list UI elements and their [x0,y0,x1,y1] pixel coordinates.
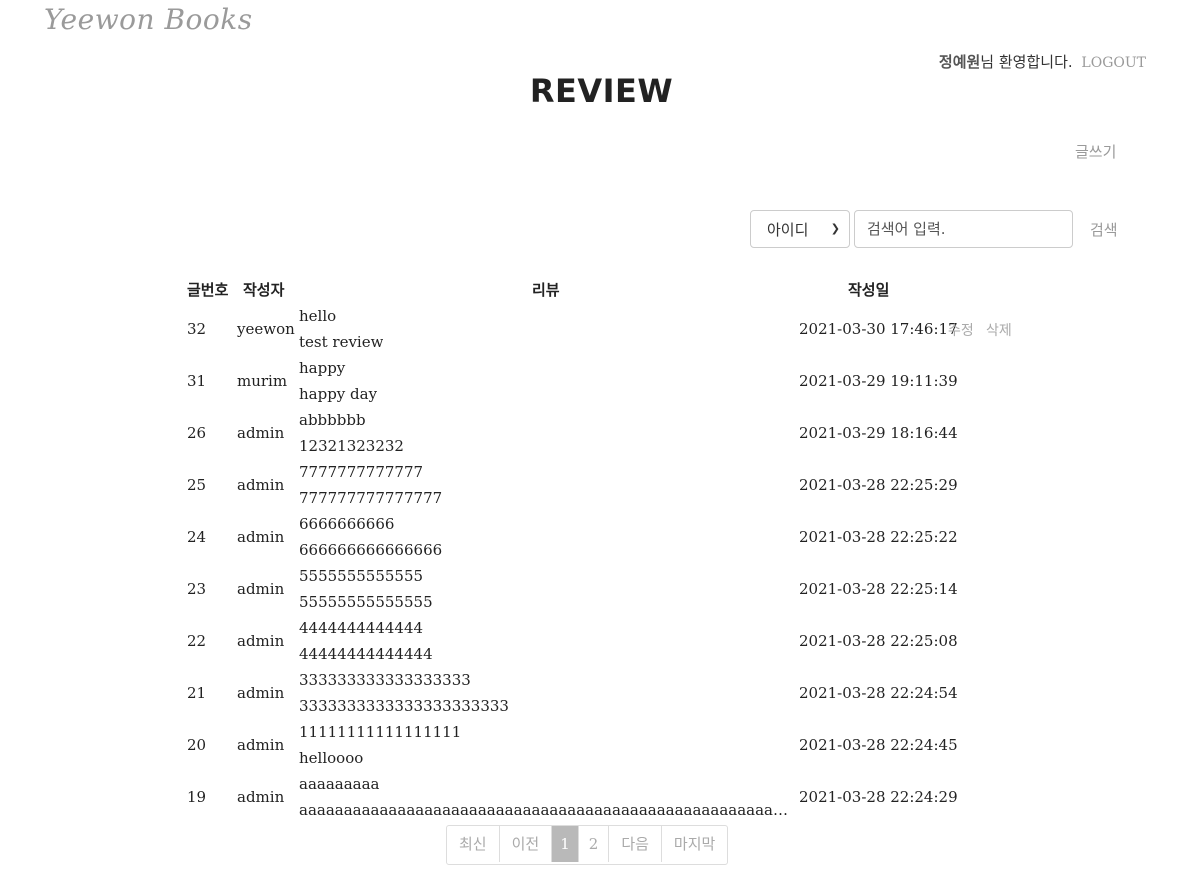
table-row[interactable]: 26 admin abbbbbb 12321323232 2021-03-29 18:1… [0,408,1203,460]
header-review: 리뷰 [532,281,560,299]
row-review-content[interactable]: aaaaaaaaaaaaaaaaaaaaaaaaaaaaaaaaaaaaaaaa… [299,801,796,819]
row-review-title[interactable]: 5555555555555 [299,567,423,585]
row-writer: yeewon [237,320,295,338]
row-writer: murim [237,372,288,390]
row-review-title[interactable]: abbbbbb [299,411,366,429]
row-date: 2021-03-29 18:16:44 [799,424,958,442]
row-review-content[interactable]: 666666666666666 [299,541,442,559]
page-next-button[interactable]: 다음 [609,826,662,862]
search-input[interactable] [854,210,1073,248]
write-button[interactable]: 글쓰기 [1075,141,1116,162]
table-row[interactable]: 25 admin 7777777777777 777777777777777 2021-… [0,460,1203,512]
welcome-message: 정예원님 환영합니다. LOGOUT [939,51,1146,72]
edit-button[interactable]: 수정 [948,320,974,340]
row-review-title[interactable]: 333333333333333333 [299,671,471,689]
page-prev-button[interactable]: 이전 [500,826,553,862]
row-date: 2021-03-28 22:25:08 [799,632,958,650]
pagination: 최신 이전 1 2 다음 마지막 [446,825,729,865]
row-num: 25 [187,476,207,494]
site-logo[interactable]: Yeewon Books [44,3,253,36]
row-writer: admin [237,788,285,806]
page-2-button[interactable]: 2 [579,826,610,862]
row-date: 2021-03-28 22:25:22 [799,528,958,546]
row-review-content[interactable]: happy day [299,385,377,403]
row-review-content[interactable]: 55555555555555 [299,593,433,611]
row-review-title[interactable]: 7777777777777 [299,463,423,481]
page-title: REVIEW [529,72,674,110]
page-1-button[interactable]: 1 [552,826,579,862]
row-date: 2021-03-28 22:25:14 [799,580,958,598]
row-writer: admin [237,736,285,754]
row-writer: admin [237,424,285,442]
row-review-title[interactable]: 6666666666 [299,515,394,533]
row-num: 23 [187,580,207,598]
row-review-title[interactable]: aaaaaaaaa [299,775,380,793]
row-date: 2021-03-28 22:24:29 [799,788,958,806]
row-num: 31 [187,372,207,390]
row-date: 2021-03-29 19:11:39 [799,372,958,390]
row-review-title[interactable]: 4444444444444 [299,619,423,637]
table-row[interactable]: 24 admin 6666666666 666666666666666 2021-03-… [0,512,1203,564]
row-date: 2021-03-30 17:46:17 [799,320,958,338]
logout-link[interactable]: LOGOUT [1081,55,1146,71]
row-review-title[interactable]: 11111111111111111 [299,723,461,741]
row-review-content[interactable]: helloooo [299,749,363,767]
row-num: 21 [187,684,207,702]
chevron-down-icon: ❯ [830,222,840,235]
table-row[interactable]: 31 murim happy happy day 2021-03-29 19:11:39 [0,356,1203,408]
row-writer: admin [237,528,285,546]
row-review-title[interactable]: happy [299,359,345,377]
row-date: 2021-03-28 22:24:45 [799,736,958,754]
header-date: 작성일 [848,281,890,299]
table-row[interactable]: 23 admin 5555555555555 55555555555555 2021-0… [0,564,1203,616]
row-writer: admin [237,476,285,494]
row-writer: admin [237,684,285,702]
table-row[interactable]: 21 admin 333333333333333333 333333333333333… [0,668,1203,720]
user-name: 정예원 [938,53,981,71]
row-review-content[interactable]: 44444444444444 [299,645,433,663]
row-review-title[interactable]: hello [299,307,336,325]
row-date: 2021-03-28 22:24:54 [799,684,958,702]
row-num: 22 [187,632,207,650]
row-num: 26 [187,424,207,442]
row-writer: admin [237,632,285,650]
row-writer: admin [237,580,285,598]
table-row[interactable]: 32 yeewon hello test review 2021-03-30 17:46… [0,304,1203,356]
search-field-selected: 아이디 [767,220,809,239]
row-date: 2021-03-28 22:25:29 [799,476,958,494]
row-review-content[interactable]: 3333333333333333333333 [299,697,509,715]
row-review-content[interactable]: 12321323232 [299,437,404,455]
search-field-select[interactable]: 아이디 ❯ [750,210,850,248]
page-last-button[interactable]: 마지막 [662,826,727,862]
row-num: 19 [187,788,207,806]
search-button[interactable]: 검색 [1090,219,1118,240]
row-review-content[interactable]: 777777777777777 [299,489,442,507]
page-first-button[interactable]: 최신 [447,826,500,862]
welcome-suffix: 님 환영합니다. [980,53,1073,71]
table-row[interactable]: 19 admin aaaaaaaaa aaaaaaaaaaaaaaaaaaaaaaaa… [0,772,1203,824]
table-row[interactable]: 22 admin 4444444444444 44444444444444 2021-0… [0,616,1203,668]
row-num: 20 [187,736,207,754]
row-review-content[interactable]: test review [299,333,383,351]
delete-button[interactable]: 삭제 [986,320,1012,340]
header-writer: 작성자 [243,281,285,299]
table-row[interactable]: 20 admin 11111111111111111 helloooo 2021-03-… [0,720,1203,772]
header-num: 글번호 [187,281,229,299]
row-num: 24 [187,528,207,546]
row-num: 32 [187,320,207,338]
